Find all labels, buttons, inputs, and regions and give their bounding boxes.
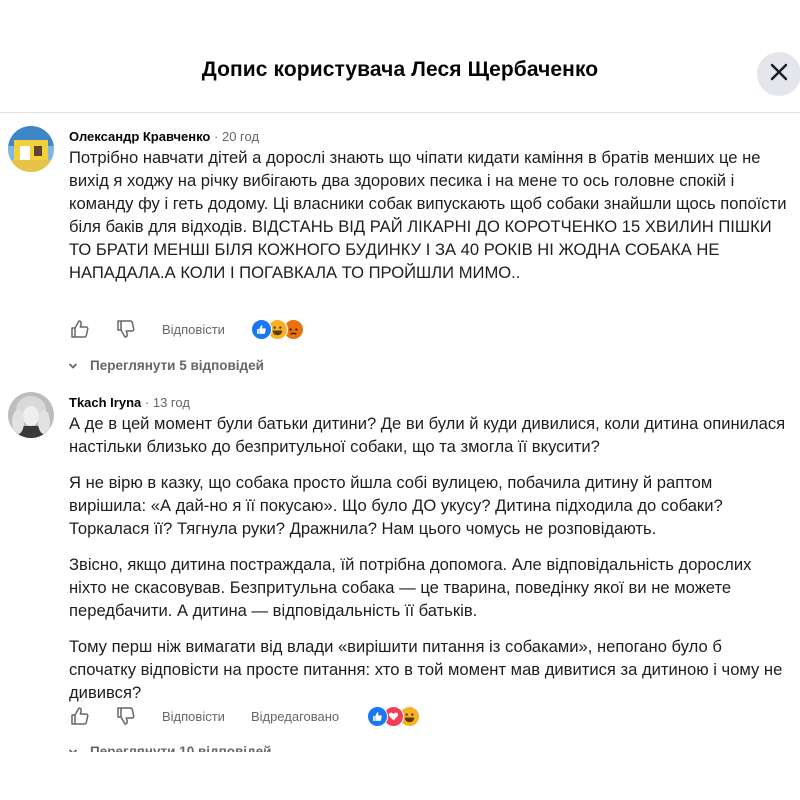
page-title: Допис користувача Леся Щербаченко bbox=[201, 58, 599, 81]
edited-label[interactable]: Відредаговано bbox=[251, 709, 339, 724]
comment-paragraph: Тому перш ніж вимагати від влади «виріши… bbox=[69, 637, 783, 702]
reaction-summary[interactable] bbox=[250, 318, 304, 340]
meta-separator: · bbox=[214, 129, 219, 144]
reply-button[interactable]: Відповісти bbox=[162, 322, 225, 337]
author-name[interactable]: Олександр Кравченко bbox=[69, 129, 210, 144]
comment-meta: Олександр Кравченко · 20 год bbox=[69, 129, 259, 144]
comment-actions: Відповісти Відредаговано bbox=[68, 704, 421, 728]
comment-paragraph: Звісно, якщо дитина постраждала, їй потр… bbox=[69, 555, 752, 620]
view-replies-label: Переглянути 5 відповідей bbox=[90, 358, 264, 373]
thumbs-down-icon[interactable] bbox=[114, 704, 138, 728]
thumbs-down-icon[interactable] bbox=[114, 317, 138, 341]
comment-paragraph: Потрібно навчати дітей а дорослі знають … bbox=[69, 148, 787, 282]
chevron-down-icon bbox=[68, 361, 78, 371]
close-icon bbox=[769, 62, 789, 87]
like-reaction-icon bbox=[250, 318, 272, 340]
timestamp[interactable]: 13 год bbox=[153, 395, 190, 410]
comment-actions: Відповісти bbox=[68, 317, 304, 341]
comment-text: А де в цей момент були батьки дитини? Де… bbox=[69, 412, 789, 717]
dialog-header: Допис користувача Леся Щербаченко bbox=[0, 0, 800, 113]
like-reaction-icon bbox=[367, 705, 389, 727]
timestamp[interactable]: 20 год bbox=[222, 129, 259, 144]
comment-paragraph: А де в цей момент були батьки дитини? Де… bbox=[69, 414, 786, 456]
avatar[interactable] bbox=[8, 126, 54, 172]
comment-text: Потрібно навчати дітей а дорослі знають … bbox=[69, 146, 789, 297]
reaction-summary[interactable] bbox=[367, 705, 421, 727]
close-button[interactable] bbox=[757, 52, 800, 96]
thumbs-up-icon[interactable] bbox=[68, 317, 92, 341]
scroll-clip bbox=[0, 752, 800, 800]
thumbs-up-icon[interactable] bbox=[68, 704, 92, 728]
comment-meta: Tkach Iryna · 13 год bbox=[69, 395, 190, 410]
comment-paragraph: Я не вірю в казку, що собака просто йшла… bbox=[69, 473, 723, 538]
view-replies-button[interactable]: Переглянути 5 відповідей bbox=[68, 358, 264, 373]
author-name[interactable]: Tkach Iryna bbox=[69, 395, 141, 410]
meta-separator: · bbox=[144, 395, 150, 410]
avatar[interactable] bbox=[8, 392, 54, 438]
reply-button[interactable]: Відповісти bbox=[162, 709, 225, 724]
